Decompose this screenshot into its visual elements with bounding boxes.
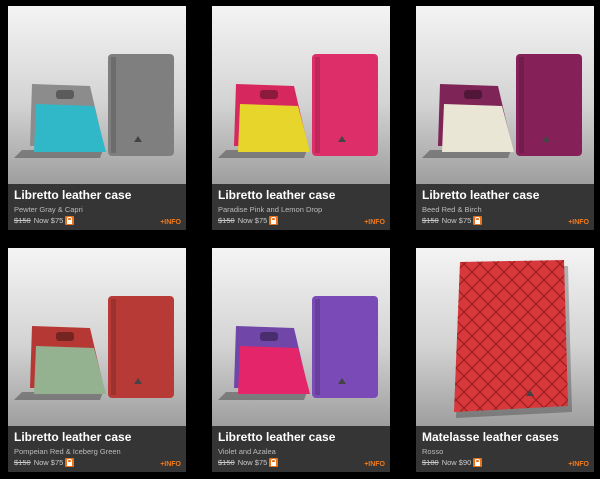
product-card[interactable]: Libretto leather case Pompeian Red & Ice…: [8, 248, 186, 472]
product-price: $150 Now $75: [14, 216, 75, 225]
product-photo[interactable]: [8, 6, 186, 184]
product-colors: Pompeian Red & Iceberg Green: [14, 447, 121, 456]
product-grid: Libretto leather case Pewter Gray & Capr…: [0, 0, 600, 479]
product-card[interactable]: Libretto leather case Violet and Azalea …: [212, 248, 390, 472]
product-price: $150 Now $75: [14, 458, 75, 467]
now-price: Now $75: [237, 216, 268, 225]
product-photo[interactable]: [416, 248, 594, 426]
product-photo[interactable]: [416, 6, 594, 184]
product-card[interactable]: Libretto leather case Paradise Pink and …: [212, 6, 390, 230]
product-colors: Pewter Gray & Capri: [14, 205, 83, 214]
more-info-link[interactable]: +INFO: [568, 461, 589, 468]
product-card[interactable]: Libretto leather case Pewter Gray & Capr…: [8, 6, 186, 230]
more-info-link[interactable]: +INFO: [160, 219, 181, 226]
product-card[interactable]: Matelasse leather cases Rosso $180 Now $9…: [416, 248, 594, 472]
product-title[interactable]: Libretto leather case: [14, 188, 131, 202]
cart-icon[interactable]: [65, 216, 75, 225]
product-title[interactable]: Libretto leather case: [14, 430, 131, 444]
product-title[interactable]: Libretto leather case: [422, 188, 539, 202]
more-info-link[interactable]: +INFO: [364, 461, 385, 468]
product-photo[interactable]: [8, 248, 186, 426]
old-price: $150: [218, 216, 235, 225]
product-price: $150 Now $75: [218, 458, 279, 467]
product-photo[interactable]: [212, 248, 390, 426]
old-price: $150: [218, 458, 235, 467]
now-price: Now $75: [441, 216, 472, 225]
more-info-link[interactable]: +INFO: [568, 219, 589, 226]
product-title[interactable]: Libretto leather case: [218, 188, 335, 202]
product-price: $150 Now $75: [422, 216, 483, 225]
now-price: Now $75: [237, 458, 268, 467]
more-info-link[interactable]: +INFO: [364, 219, 385, 226]
product-colors: Paradise Pink and Lemon Drop: [218, 205, 323, 214]
product-colors: Beed Red & Birch: [422, 205, 482, 214]
now-price: Now $75: [33, 216, 64, 225]
cart-icon[interactable]: [473, 458, 483, 467]
product-colors: Rosso: [422, 447, 444, 456]
cart-icon[interactable]: [269, 458, 279, 467]
cart-icon[interactable]: [65, 458, 75, 467]
product-price: $180 Now $90: [422, 458, 483, 467]
product-photo[interactable]: [212, 6, 390, 184]
now-price: Now $90: [441, 458, 472, 467]
more-info-link[interactable]: +INFO: [160, 461, 181, 468]
product-price: $150 Now $75: [218, 216, 279, 225]
cart-icon[interactable]: [473, 216, 483, 225]
old-price: $150: [14, 216, 31, 225]
now-price: Now $75: [33, 458, 64, 467]
product-card[interactable]: Libretto leather case Beed Red & Birch $…: [416, 6, 594, 230]
product-colors: Violet and Azalea: [218, 447, 276, 456]
product-title[interactable]: Matelasse leather cases: [422, 430, 559, 444]
old-price: $150: [14, 458, 31, 467]
product-title[interactable]: Libretto leather case: [218, 430, 335, 444]
cart-icon[interactable]: [269, 216, 279, 225]
old-price: $180: [422, 458, 439, 467]
old-price: $150: [422, 216, 439, 225]
